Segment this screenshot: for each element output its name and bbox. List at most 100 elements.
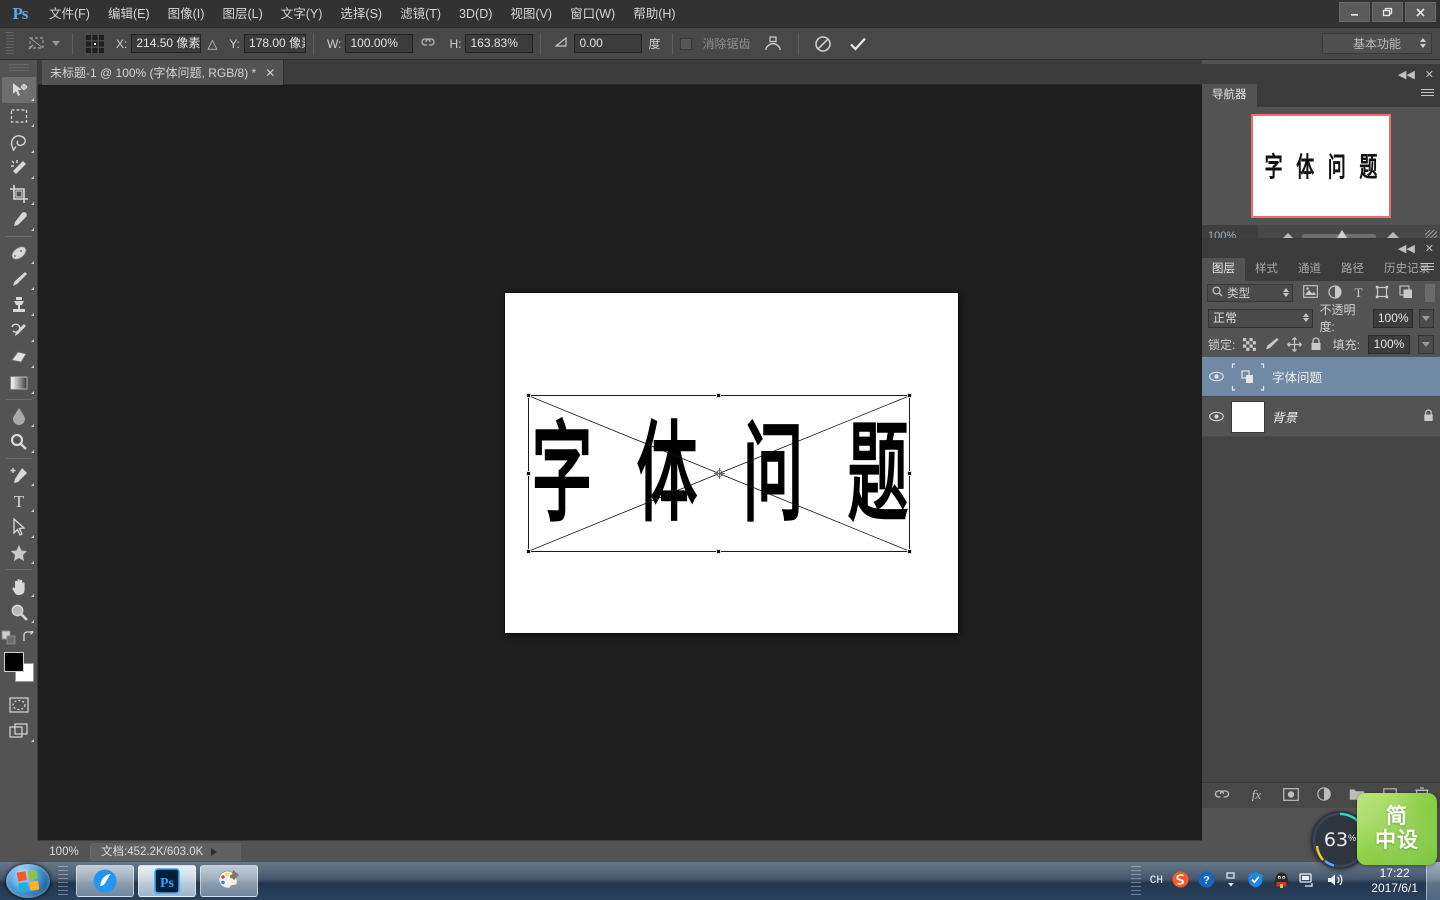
tab-paths[interactable]: 路径 (1331, 258, 1374, 281)
foreground-color-swatch[interactable] (3, 652, 24, 672)
smart-object-filter-icon[interactable] (1399, 284, 1413, 302)
menu-edit[interactable]: 编辑(E) (99, 0, 159, 28)
qq-icon[interactable] (1273, 871, 1290, 892)
paint-taskbar-icon[interactable] (200, 865, 258, 897)
close-button[interactable] (1405, 2, 1436, 22)
height-input[interactable]: 163.83% (465, 34, 534, 53)
quick-mask-icon[interactable] (2, 692, 36, 718)
lock-position-icon[interactable] (1287, 336, 1303, 352)
brush-tool[interactable] (2, 266, 36, 292)
document-info[interactable]: 文档:452.2K/603.0K (91, 842, 241, 861)
link-layers-icon[interactable] (1214, 788, 1230, 803)
help-icon[interactable]: ? (1198, 871, 1215, 891)
path-selection-tool[interactable] (2, 514, 36, 540)
canvas-work-area[interactable]: 字 体 问 题 (38, 85, 1202, 840)
layer-filter-toggle[interactable] (1425, 284, 1435, 302)
screen-mode-icon[interactable] (2, 718, 36, 744)
navigator-thumbnail[interactable]: 字 体 问 题 (1251, 114, 1391, 218)
menu-select[interactable]: 选择(S) (331, 0, 391, 28)
cancel-transform-icon[interactable] (814, 35, 832, 53)
dodge-tool[interactable] (2, 429, 36, 455)
volume-icon[interactable] (1326, 872, 1344, 891)
reference-point-grid[interactable] (84, 33, 106, 55)
close-icon[interactable]: ✕ (1425, 68, 1434, 81)
taskbar-clock[interactable]: 17:22 2017/6/1 (1371, 862, 1418, 900)
show-hidden-icons-icon[interactable] (1224, 871, 1238, 892)
gradient-tool[interactable] (2, 370, 36, 396)
close-icon[interactable]: ✕ (1425, 242, 1434, 255)
layer-row-background[interactable]: 背景 (1202, 397, 1440, 437)
layer-name[interactable]: 背景 (1272, 407, 1297, 426)
swap-colors-icon[interactable] (22, 628, 36, 648)
default-colors-icon[interactable] (1, 630, 16, 648)
magic-wand-tool[interactable] (2, 155, 36, 181)
menu-help[interactable]: 帮助(H) (624, 0, 684, 28)
pixel-filter-icon[interactable] (1303, 285, 1318, 301)
shape-filter-icon[interactable] (1375, 285, 1389, 302)
zoom-tool[interactable] (2, 599, 36, 625)
minimize-button[interactable] (1339, 2, 1370, 22)
navigator-view-box[interactable] (1251, 114, 1391, 218)
opacity-value[interactable]: 100% (1373, 308, 1413, 328)
close-icon[interactable]: ✕ (265, 66, 275, 80)
blur-tool[interactable] (2, 403, 36, 429)
menu-layer[interactable]: 图层(L) (213, 0, 271, 28)
clone-stamp-tool[interactable] (2, 292, 36, 318)
tencent-shield-icon[interactable] (1247, 871, 1264, 891)
tray-grip[interactable] (1130, 866, 1141, 896)
lock-all-icon[interactable] (1310, 337, 1322, 351)
status-menu-arrow-icon[interactable] (211, 847, 218, 856)
adjustment-filter-icon[interactable] (1328, 284, 1342, 302)
warp-icon[interactable] (763, 35, 783, 53)
sogou-icon[interactable] (1172, 871, 1189, 891)
menu-image[interactable]: 图像(I) (159, 0, 214, 28)
crop-tool[interactable] (2, 181, 36, 207)
navigator-thumbnail-area[interactable]: 字 体 问 题 (1202, 107, 1440, 225)
lock-transparency-icon[interactable] (1243, 337, 1257, 351)
restore-button[interactable] (1372, 2, 1403, 22)
toolbox-grip[interactable] (8, 64, 29, 73)
layer-thumbnail-smart-object[interactable] (1231, 361, 1265, 393)
tool-preset-picker[interactable] (20, 33, 65, 55)
document-canvas[interactable]: 字 体 问 题 (505, 293, 958, 633)
layer-row-smart-object[interactable]: 字体问题 (1202, 357, 1440, 397)
lasso-tool[interactable] (2, 129, 36, 155)
windows-start-orb[interactable] (6, 864, 50, 898)
y-input[interactable]: 178.00 像素 (244, 34, 307, 53)
zoom-level[interactable]: 100% (38, 846, 90, 858)
blend-mode-select[interactable]: 正常 (1208, 308, 1314, 328)
layer-style-fx-icon[interactable]: fx (1248, 787, 1265, 804)
layer-visibility-icon[interactable] (1208, 371, 1224, 382)
tab-styles[interactable]: 样式 (1245, 258, 1288, 281)
options-bar-grip[interactable] (6, 31, 14, 56)
show-desktop-button[interactable] (1426, 862, 1440, 900)
menu-window[interactable]: 窗口(W) (561, 0, 624, 28)
workspace-switcher[interactable]: 基本功能 (1322, 33, 1432, 54)
fill-dropdown-icon[interactable] (1418, 334, 1434, 354)
layer-name[interactable]: 字体问题 (1272, 367, 1322, 386)
lock-image-icon[interactable] (1264, 337, 1279, 351)
browser-taskbar-icon[interactable] (76, 865, 134, 897)
width-input[interactable]: 100.00% (345, 34, 414, 53)
tab-navigator[interactable]: 导航器 (1202, 84, 1257, 107)
input-method-icon[interactable]: CH (1150, 875, 1163, 887)
collapse-panels-icon[interactable]: ◀◀ (1398, 68, 1415, 81)
angle-input[interactable]: 0.00 (574, 34, 643, 53)
color-swatches[interactable] (3, 652, 34, 682)
link-icon[interactable] (420, 36, 436, 51)
layer-mask-icon[interactable] (1282, 787, 1299, 804)
antialias-checkbox[interactable] (679, 37, 692, 50)
type-filter-icon[interactable]: T (1352, 285, 1365, 302)
healing-brush-tool[interactable] (2, 240, 36, 266)
tab-layers[interactable]: 图层 (1202, 258, 1245, 281)
opacity-dropdown-icon[interactable] (1418, 308, 1434, 328)
photoshop-taskbar-icon[interactable]: Ps (138, 865, 196, 897)
layer-thumbnail-background[interactable] (1231, 400, 1265, 433)
shape-tool[interactable] (2, 540, 36, 566)
layer-visibility-icon[interactable] (1208, 411, 1224, 422)
tab-channels[interactable]: 通道 (1288, 258, 1331, 281)
collapse-panels-icon[interactable]: ◀◀ (1398, 242, 1415, 255)
fill-value[interactable]: 100% (1368, 334, 1410, 354)
panel-menu-icon[interactable] (1421, 89, 1434, 96)
adjustment-layer-icon[interactable] (1316, 787, 1331, 804)
